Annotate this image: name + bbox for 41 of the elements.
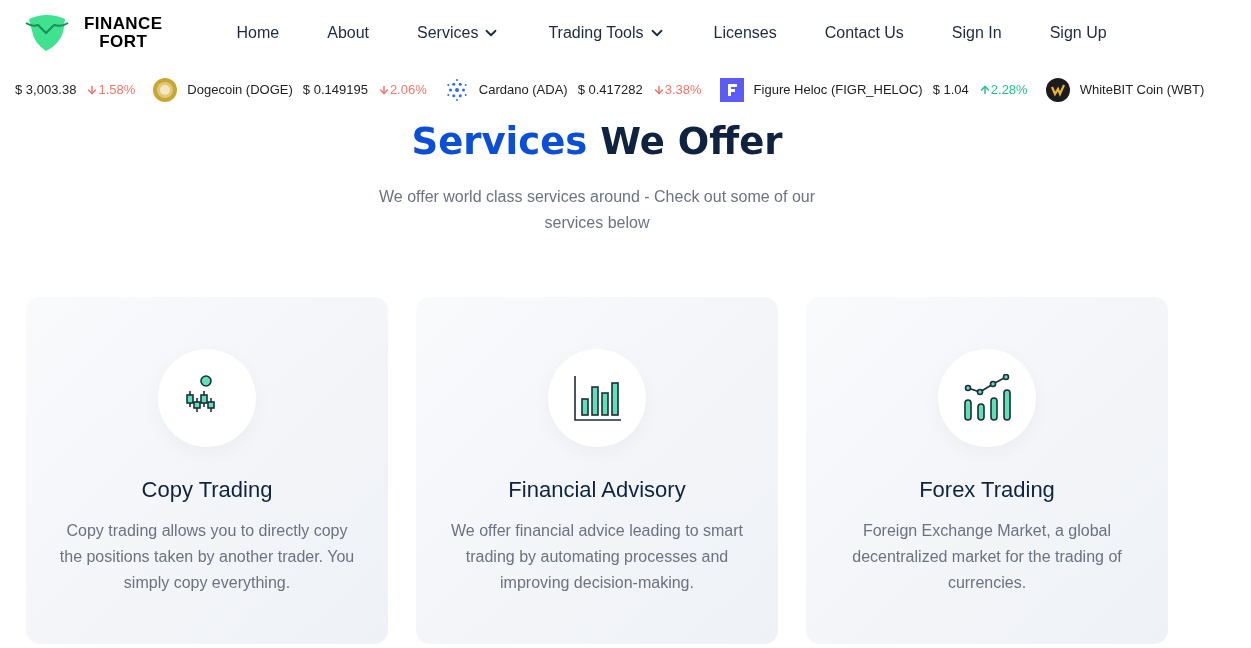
cardano-icon (444, 78, 469, 102)
up-arrow-icon (978, 84, 991, 96)
nav-link[interactable]: Sign In (951, 21, 1002, 45)
coin-price: $ 1.04 (932, 81, 969, 100)
coin-name: WhiteBIT Coin (WBT) (1079, 81, 1205, 100)
down-arrow-icon (652, 84, 665, 96)
coin-price: $ 0.149195 (302, 81, 368, 100)
nav-link[interactable]: About (327, 21, 370, 45)
nav-link[interactable]: Services (417, 21, 501, 45)
bar-chart-icon (572, 373, 622, 423)
price-change: 2.06% (389, 81, 427, 100)
coin-price: $ 3,003.38 (15, 81, 77, 100)
brand-name: FINANCE (84, 15, 163, 33)
coin-icon (153, 78, 178, 102)
down-arrow-icon (377, 84, 390, 96)
card-title: Copy Trading (141, 476, 273, 504)
brand-name: FORT (99, 33, 148, 51)
nav-link[interactable]: Contact Us (824, 21, 904, 45)
down-arrow-icon (86, 84, 99, 96)
card-description: Foreign Exchange Market, a global decentralized market for the trading of currencies. (851, 521, 1123, 593)
card-description: Copy trading allows you to directly copy the positions taken by another trader. You simply copy everything. (58, 521, 356, 593)
figure-logo-icon (719, 78, 744, 102)
card-title: Financial Advisory (508, 476, 686, 504)
coin-icon (1045, 78, 1070, 102)
coin-price: $ 0.417282 (577, 81, 643, 100)
coin-name: Dogecoin (DOGE) (187, 81, 293, 100)
price-change: 2.28% (990, 81, 1028, 100)
card-description: We offer financial advice leading to smart trading by automating processes and improving decision-making. (450, 521, 744, 593)
price-change: 3.38% (664, 81, 702, 100)
nav-link[interactable]: Licenses (713, 21, 777, 45)
card-title: Forex Trading (919, 476, 1055, 504)
price-change: 1.58% (98, 81, 136, 100)
section-heading: Services We Offer (411, 119, 783, 165)
nav-link[interactable]: Sign Up (1049, 21, 1107, 45)
coin-name: Cardano (ADA) (478, 81, 568, 100)
nav-link[interactable]: Home (236, 21, 280, 45)
nav-link[interactable]: Trading Tools (548, 21, 666, 45)
section-subtitle: We offer world class services around - Check out some of our services below (377, 187, 816, 233)
coin-name: Figure Heloc (FIGR_HELOC) (753, 81, 923, 100)
growth-chart-icon (962, 374, 1012, 422)
bull-shield-logo-icon (24, 13, 70, 53)
